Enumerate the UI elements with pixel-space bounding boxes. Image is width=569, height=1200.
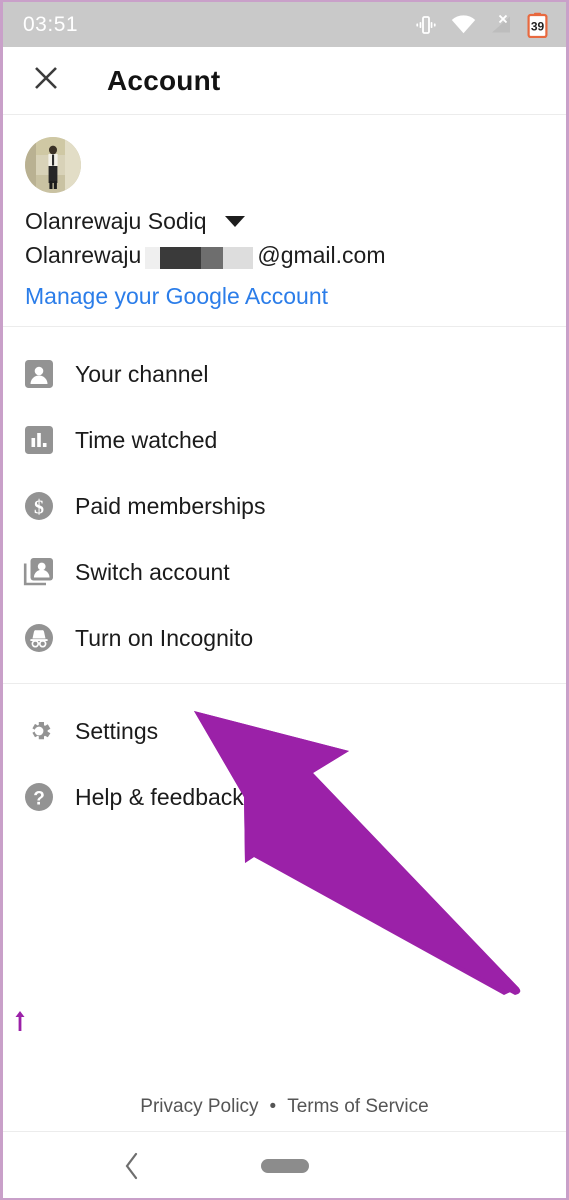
menu-item-settings[interactable]: Settings <box>3 698 566 764</box>
avatar[interactable] <box>25 137 81 193</box>
account-header: Olanrewaju Sodiq Olanrewaju @gmail.com Ma… <box>3 115 566 327</box>
menu-item-time-watched[interactable]: Time watched <box>3 407 566 473</box>
gear-icon <box>3 715 75 747</box>
privacy-policy-link[interactable]: Privacy Policy <box>140 1096 258 1118</box>
vibrate-icon <box>414 14 438 36</box>
small-arrow-artifact <box>14 1010 26 1037</box>
status-bar: 03:51 39 <box>3 2 566 47</box>
wifi-icon <box>451 14 476 35</box>
menu-item-your-channel[interactable]: Your channel <box>3 341 566 407</box>
bar-chart-icon <box>3 424 75 456</box>
menu-item-turn-on-incognito[interactable]: Turn on Incognito <box>3 605 566 671</box>
menu-label: Switch account <box>75 558 230 585</box>
svg-text:?: ? <box>33 789 45 810</box>
account-name-row[interactable]: Olanrewaju Sodiq <box>3 208 566 235</box>
youtube-account-screen: 03:51 39 Account Olanrewaju Sodiq Olanre… <box>0 0 569 1200</box>
home-gesture-pill[interactable] <box>260 1158 309 1173</box>
terms-of-service-link[interactable]: Terms of Service <box>287 1096 428 1118</box>
switch-account-icon <box>3 556 75 588</box>
status-clock: 03:51 <box>23 12 79 36</box>
person-card-icon <box>3 358 75 390</box>
incognito-icon <box>3 622 75 654</box>
email-prefix: Olanrewaju <box>25 242 142 268</box>
back-chevron-icon[interactable] <box>111 1145 153 1187</box>
account-name: Olanrewaju Sodiq <box>25 208 207 234</box>
menu-label: Turn on Incognito <box>75 624 254 651</box>
chevron-down-icon[interactable] <box>224 216 245 227</box>
close-button[interactable] <box>25 60 67 102</box>
app-bar: Account <box>3 47 566 115</box>
menu-label: Paid memberships <box>75 492 266 519</box>
secondary-menu-group: Settings ? Help & feedback <box>3 684 566 842</box>
email-redaction-block <box>145 246 254 269</box>
primary-menu-group: Your channel Time watched $ Paid members… <box>3 327 566 684</box>
system-navigation-bar <box>3 1133 566 1198</box>
svg-text:$: $ <box>34 497 44 519</box>
status-icon-tray: 39 <box>414 12 548 38</box>
footer-links: Privacy Policy • Terms of Service <box>3 1082 566 1132</box>
menu-label: Time watched <box>75 426 218 453</box>
menu-label: Your channel <box>75 360 209 387</box>
menu-label: Help & feedback <box>75 783 244 810</box>
avatar-container[interactable] <box>3 137 566 193</box>
menu-label: Settings <box>75 717 159 744</box>
battery-icon: 39 <box>527 12 548 38</box>
footer-separator: • <box>269 1095 277 1117</box>
dollar-circle-icon: $ <box>3 490 75 522</box>
menu-item-paid-memberships[interactable]: $ Paid memberships <box>3 473 566 539</box>
account-email: Olanrewaju @gmail.com <box>3 242 566 269</box>
battery-level-text: 39 <box>531 19 545 33</box>
email-suffix: @gmail.com <box>257 242 386 268</box>
menu-item-switch-account[interactable]: Switch account <box>3 539 566 605</box>
cellular-no-sim-icon <box>489 14 514 35</box>
help-circle-icon: ? <box>3 781 75 813</box>
page-title: Account <box>107 64 221 96</box>
menu-item-help-feedback[interactable]: ? Help & feedback <box>3 764 566 830</box>
close-icon <box>31 63 61 98</box>
manage-google-account-link[interactable]: Manage your Google Account <box>3 283 566 310</box>
